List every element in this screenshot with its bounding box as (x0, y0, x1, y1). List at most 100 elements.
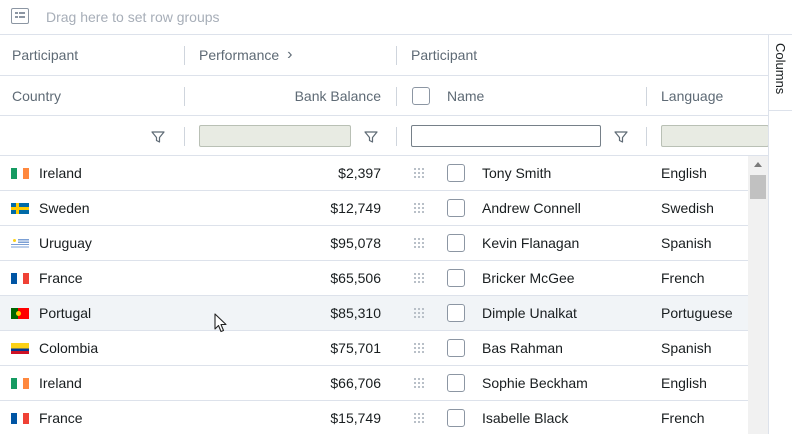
country-value: Ireland (39, 375, 82, 391)
select-all-checkbox[interactable] (412, 86, 430, 105)
row-group-panel[interactable]: Drag here to set row groups (0, 0, 792, 35)
column-header-name[interactable]: Name (447, 76, 484, 115)
flag-colombia-icon (11, 342, 29, 354)
row-select-cell (447, 191, 465, 225)
header-group-label: Performance (199, 47, 280, 63)
header-group-participant-1[interactable]: Participant (12, 35, 78, 75)
table-row[interactable]: Ireland $2,397 Tony Smith English (0, 156, 748, 191)
select-all-checkbox-cell (412, 76, 430, 115)
bank-balance-cell: $75,701 (330, 340, 381, 356)
drag-grip-icon[interactable] (414, 168, 426, 178)
bank-balance-cell: $12,749 (330, 200, 381, 216)
language-cell: Spanish (661, 340, 712, 356)
drag-grip-icon[interactable] (414, 378, 426, 388)
row-checkbox[interactable] (447, 269, 465, 287)
language-cell: Swedish (661, 200, 714, 216)
row-checkbox[interactable] (447, 374, 465, 392)
table-row[interactable]: Uruguay $95,078 Kevin Flanagan Spanish (0, 226, 748, 261)
row-select-cell (447, 296, 465, 330)
country-value: France (39, 410, 83, 426)
header-group-performance[interactable]: Performance › (199, 35, 292, 75)
flag-ireland-icon (11, 167, 29, 179)
column-header-label: Bank Balance (294, 87, 381, 104)
row-checkbox[interactable] (447, 234, 465, 252)
country-value: Sweden (39, 200, 90, 216)
column-header-bank-balance[interactable]: Bank Balance (185, 76, 381, 115)
language-cell: Portuguese (661, 305, 733, 321)
filter-icon[interactable] (614, 130, 628, 144)
column-separator[interactable] (184, 46, 185, 65)
mouse-pointer-icon (214, 313, 227, 333)
scroll-up-arrow-icon[interactable] (754, 162, 762, 167)
row-checkbox[interactable] (447, 164, 465, 182)
drag-grip-icon[interactable] (414, 413, 426, 423)
country-cell: Sweden (11, 191, 90, 225)
column-separator (184, 127, 185, 146)
columns-tool-panel-tab[interactable]: Columns (769, 35, 792, 111)
name-cell: Tony Smith (482, 165, 552, 181)
side-bar: Columns (768, 35, 792, 434)
header-group-label: Participant (12, 47, 79, 63)
row-drag-handle[interactable] (414, 296, 426, 330)
table-row[interactable]: France $65,506 Bricker McGee French (0, 261, 748, 296)
column-header-country[interactable]: Country (12, 76, 61, 115)
drag-grip-icon[interactable] (414, 273, 426, 283)
drag-grip-icon[interactable] (414, 238, 426, 248)
country-value: Portugal (39, 305, 92, 321)
row-drag-handle[interactable] (414, 191, 426, 225)
table-row[interactable]: Colombia $75,701 Bas Rahman Spanish (0, 331, 748, 366)
language-filter-input[interactable] (661, 125, 769, 147)
header-column-row: Country Bank Balance Name Language (0, 76, 769, 116)
table-row[interactable]: France $15,749 Isabelle Black French (0, 401, 748, 434)
name-filter-input[interactable] (411, 125, 601, 147)
country-value: France (39, 270, 83, 286)
header-group-participant-2[interactable]: Participant (411, 35, 477, 75)
row-checkbox[interactable] (447, 409, 465, 427)
language-cell: English (661, 375, 707, 391)
row-drag-handle[interactable] (414, 156, 426, 190)
flag-france-icon (11, 272, 29, 284)
column-separator[interactable] (396, 46, 397, 65)
bank-balance-filter-input[interactable] (199, 125, 351, 147)
chevron-right-icon[interactable]: › (287, 46, 292, 64)
language-cell: English (661, 165, 707, 181)
column-separator[interactable] (396, 87, 397, 106)
table-row[interactable]: Ireland $66,706 Sophie Beckham English (0, 366, 748, 401)
country-cell: France (11, 261, 83, 295)
row-drag-handle[interactable] (414, 331, 426, 365)
row-drag-handle[interactable] (414, 226, 426, 260)
table-row[interactable]: Portugal $85,310 Dimple Unalkat Portugue… (0, 296, 748, 331)
row-select-cell (447, 331, 465, 365)
row-select-cell (447, 226, 465, 260)
row-select-cell (447, 156, 465, 190)
scroll-thumb[interactable] (750, 175, 766, 199)
row-checkbox[interactable] (447, 339, 465, 357)
country-cell: Ireland (11, 156, 82, 190)
drag-grip-icon[interactable] (414, 343, 426, 353)
row-drag-handle[interactable] (414, 366, 426, 400)
language-cell: French (661, 410, 705, 426)
column-separator (646, 127, 647, 146)
column-header-language[interactable]: Language (661, 76, 723, 115)
bank-balance-cell: $95,078 (330, 235, 381, 251)
name-cell: Dimple Unalkat (482, 305, 577, 321)
flag-portugal-icon (11, 307, 29, 319)
table-row[interactable]: Sweden $12,749 Andrew Connell Swedish (0, 191, 748, 226)
row-select-cell (447, 401, 465, 434)
filter-icon[interactable] (151, 130, 165, 144)
drag-grip-icon[interactable] (414, 203, 426, 213)
flag-france-icon (11, 412, 29, 424)
name-cell: Isabelle Black (482, 410, 569, 426)
row-checkbox[interactable] (447, 199, 465, 217)
country-cell: Portugal (11, 296, 91, 330)
country-value: Uruguay (39, 235, 92, 251)
language-cell: French (661, 270, 705, 286)
bank-balance-cell: $15,749 (330, 410, 381, 426)
vertical-scrollbar[interactable] (748, 156, 768, 434)
column-separator[interactable] (646, 87, 647, 106)
row-checkbox[interactable] (447, 304, 465, 322)
row-drag-handle[interactable] (414, 261, 426, 295)
drag-grip-icon[interactable] (414, 308, 426, 318)
filter-icon[interactable] (364, 130, 378, 144)
row-drag-handle[interactable] (414, 401, 426, 434)
